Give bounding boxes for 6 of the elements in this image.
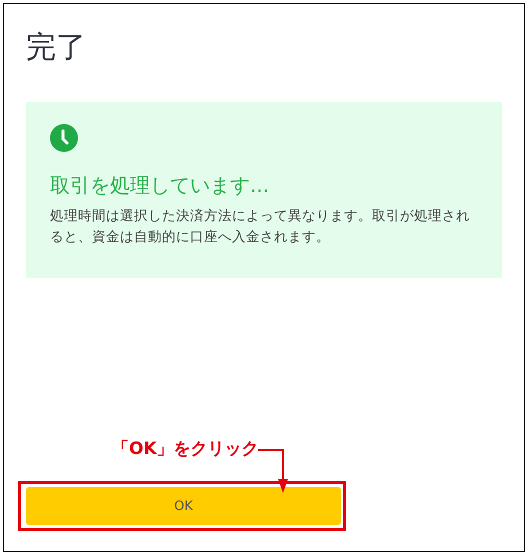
status-message: 処理時間は選択した決済方法によって異なります。取引が処理されると、資金は自動的に口座へ入金されます。: [50, 207, 471, 247]
annotation-text: 「OK」をクリック: [112, 438, 259, 461]
page-title: 完了: [26, 29, 87, 67]
ok-button[interactable]: OK: [26, 487, 341, 525]
clock-icon: [50, 124, 78, 152]
status-heading: 取引を処理しています...: [50, 172, 270, 198]
